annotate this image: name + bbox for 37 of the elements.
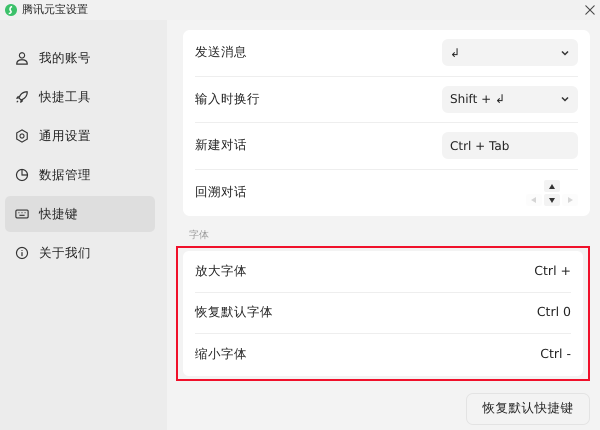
sidebar-item[interactable]: 数据管理 xyxy=(5,157,155,193)
shortcut-label: 发送消息 xyxy=(195,43,247,62)
shortcut-value: Ctrl + xyxy=(534,262,571,280)
pie-chart-icon xyxy=(15,168,29,182)
sidebar-item[interactable]: 通用设置 xyxy=(5,118,155,154)
shortcut-label: 恢复默认字体 xyxy=(195,303,273,322)
shortcut-label: 新建对话 xyxy=(195,136,247,154)
section-heading: 字体 xyxy=(188,228,210,243)
hexagon-gear-icon xyxy=(15,129,29,143)
triangle-icon xyxy=(549,182,555,189)
triangle-icon xyxy=(531,196,537,203)
shortcut-label: 缩小字体 xyxy=(195,345,247,364)
shortcut-label: 回溯对话 xyxy=(195,183,247,202)
shortcut-label: 输入时换行 xyxy=(195,90,260,108)
arrow-key[interactable] xyxy=(544,180,560,192)
rocket-icon xyxy=(15,90,29,104)
window-title: 腾讯元宝设置 xyxy=(22,2,88,18)
reset-button[interactable]: 恢复默认快捷键 xyxy=(466,392,590,424)
shortcut-dropdown[interactable]: Shift + ↲ xyxy=(442,86,578,113)
shortcut-field[interactable]: Ctrl + Tab xyxy=(442,132,578,160)
keyboard-icon xyxy=(15,207,29,221)
chevron-down-icon xyxy=(560,94,570,104)
user-icon xyxy=(15,51,29,65)
info-icon xyxy=(15,246,29,260)
sidebar-item[interactable]: 我的账号 xyxy=(5,40,155,76)
shortcut-label: 放大字体 xyxy=(195,262,247,280)
sidebar-item[interactable]: 关于我们 xyxy=(5,235,155,271)
arrow-key[interactable] xyxy=(544,194,560,206)
sidebar-item[interactable]: 快捷键 xyxy=(5,196,155,232)
sidebar-item[interactable]: 快捷工具 xyxy=(5,79,155,115)
shortcut-value: Ctrl 0 xyxy=(536,303,571,322)
shortcut-value: Ctrl - xyxy=(540,345,571,364)
triangle-icon xyxy=(567,196,573,203)
app-logo-icon xyxy=(5,4,17,16)
close-icon[interactable] xyxy=(584,4,596,16)
shortcut-dropdown[interactable]: ↲ xyxy=(442,39,578,66)
triangle-icon xyxy=(549,196,555,203)
